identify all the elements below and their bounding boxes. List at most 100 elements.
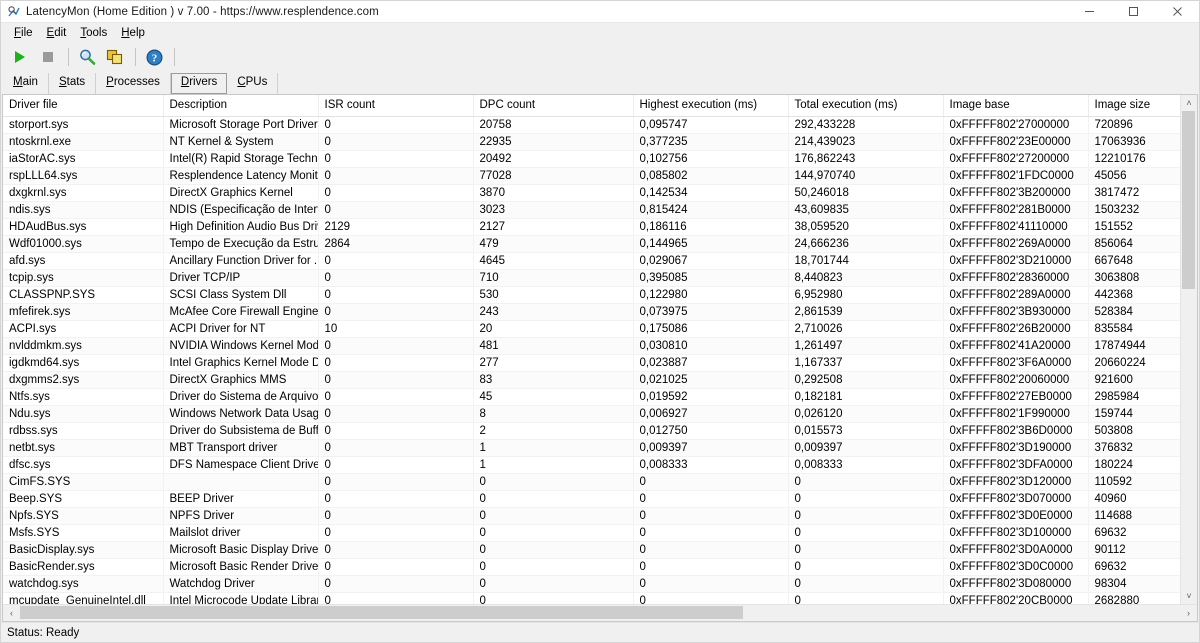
menu-tools[interactable]: Tools [73, 24, 114, 43]
windows-overlap-icon [106, 49, 122, 64]
analyze-button[interactable] [74, 45, 100, 69]
cell-driver-file: dfsc.sys [3, 456, 164, 474]
table-row[interactable]: Ntfs.sys Driver do Sistema de Arquivos...… [3, 388, 1180, 406]
tab-drivers-label: rivers [189, 76, 218, 88]
cell-image-base: 0xFFFFF802'1FDC0000 [943, 167, 1089, 185]
cell-description: MBT Transport driver [163, 439, 319, 457]
table-row[interactable]: dxgmms2.sys DirectX Graphics MMS 0 83 0,0210… [3, 371, 1180, 389]
cell-image-base: 0xFFFFF802'20CB0000 [943, 592, 1089, 604]
table-row[interactable]: iaStorAC.sys Intel(R) Rapid Storage Techn… [3, 150, 1180, 168]
cell-total-execution: 144,970740 [788, 167, 944, 185]
cell-image-base: 0xFFFFF802'3B200000 [943, 184, 1089, 202]
column-header-driver-file[interactable]: Driver file [3, 95, 164, 117]
column-header-image-base[interactable]: Image base [943, 95, 1089, 117]
table-row[interactable]: Beep.SYS BEEP Driver 0 0 0 0 0xFFFFF802'3D0700… [3, 490, 1180, 508]
table-row[interactable]: Msfs.SYS Mailslot driver 0 0 0 0 0xFFFFF802'3D… [3, 524, 1180, 542]
table-row[interactable]: tcpip.sys Driver TCP/IP 0 710 0,395085 8,4408… [3, 269, 1180, 287]
tab-processes[interactable]: Processes [96, 73, 171, 94]
vertical-scrollbar[interactable]: ˄ ˅ [1180, 95, 1197, 604]
table-row[interactable]: BasicRender.sys Microsoft Basic Render Dr… [3, 558, 1180, 576]
cell-driver-file: CimFS.SYS [3, 473, 164, 491]
scroll-right-arrow[interactable]: › [1180, 605, 1197, 621]
cell-dpc-count: 0 [473, 592, 634, 604]
tab-main-label: ain [22, 76, 38, 88]
cell-image-size: 20660224 [1088, 354, 1180, 372]
cell-dpc-count: 2127 [473, 218, 634, 236]
scroll-left-arrow[interactable]: ‹ [3, 605, 20, 621]
column-header-total-execution[interactable]: Total execution (ms) [788, 95, 944, 117]
cell-image-size: 376832 [1088, 439, 1180, 457]
cell-driver-file: Ndu.sys [3, 405, 164, 423]
maximize-button[interactable] [1111, 1, 1155, 23]
cell-description: Driver do Subsistema de Buffe... [163, 422, 319, 440]
table-row[interactable]: igdkmd64.sys Intel Graphics Kernel Mode D… [3, 354, 1180, 372]
cell-total-execution: 0 [788, 490, 944, 508]
menu-help[interactable]: Help [114, 24, 152, 43]
table-row[interactable]: Ndu.sys Windows Network Data Usag... 0 8 0,0… [3, 405, 1180, 423]
cell-image-size: 40960 [1088, 490, 1180, 508]
title-bar: LatencyMon (Home Edition ) v 7.00 - http… [1, 1, 1199, 23]
table-row[interactable]: watchdog.sys Watchdog Driver 0 0 0 0 0xFFFFF80… [3, 575, 1180, 593]
tab-drivers[interactable]: Drivers [170, 73, 228, 94]
column-header-image-size[interactable]: Image size [1088, 95, 1180, 117]
column-header-description[interactable]: Description [163, 95, 319, 117]
cell-highest-execution: 0,008333 [633, 456, 789, 474]
cell-image-size: 1503232 [1088, 201, 1180, 219]
menu-help-accel: H [121, 26, 130, 39]
table-row[interactable]: netbt.sys MBT Transport driver 0 1 0,009397 0… [3, 439, 1180, 457]
help-button[interactable]: ? [141, 45, 167, 69]
tab-cpus[interactable]: CPUs [227, 73, 279, 94]
table-row[interactable]: BasicDisplay.sys Microsoft Basic Display … [3, 541, 1180, 559]
start-button[interactable] [7, 45, 33, 69]
table-row[interactable]: ntoskrnl.exe NT Kernel & System 0 22935 0,37… [3, 133, 1180, 151]
menu-file[interactable]: File [7, 24, 40, 43]
cell-description: Resplendence Latency Monit... [163, 167, 319, 185]
table-row[interactable]: dfsc.sys DFS Namespace Client Driver 0 1 0,0… [3, 456, 1180, 474]
cell-isr-count: 0 [318, 541, 474, 559]
minimize-button[interactable] [1067, 1, 1111, 23]
stop-button[interactable] [35, 45, 61, 69]
drivers-table: Driver file Description ISR count DPC co… [3, 95, 1180, 604]
table-row[interactable]: storport.sys Microsoft Storage Port Drive… [3, 116, 1180, 134]
tab-stats[interactable]: Stats [49, 73, 97, 94]
menu-edit[interactable]: Edit [40, 24, 74, 43]
drivers-grid[interactable]: Driver file Description ISR count DPC co… [3, 95, 1180, 604]
cell-image-base: 0xFFFFF802'3D120000 [943, 473, 1089, 491]
table-row[interactable]: CLASSPNP.SYS SCSI Class System Dll 0 530 0,1… [3, 286, 1180, 304]
cell-isr-count: 0 [318, 116, 474, 134]
table-row[interactable]: HDAudBus.sys High Definition Audio Bus Dr… [3, 218, 1180, 236]
column-header-highest-execution[interactable]: Highest execution (ms) [633, 95, 789, 117]
horizontal-scroll-track[interactable] [20, 605, 1180, 621]
table-row[interactable]: rspLLL64.sys Resplendence Latency Monit..… [3, 167, 1180, 185]
column-header-isr-count[interactable]: ISR count [318, 95, 474, 117]
scroll-down-arrow[interactable]: ˅ [1181, 588, 1197, 604]
table-row[interactable]: CimFS.SYS 0 0 0 0 0xFFFFF802'3D120000 110592 [3, 473, 1180, 491]
column-header-dpc-count[interactable]: DPC count [473, 95, 634, 117]
tab-main[interactable]: Main [3, 73, 49, 94]
vertical-scroll-track[interactable] [1181, 111, 1197, 588]
tab-main-accel: M [13, 76, 23, 88]
scroll-up-arrow[interactable]: ˄ [1181, 95, 1197, 111]
horizontal-scrollbar[interactable]: ‹ › [3, 604, 1197, 621]
toolbar-separator-2 [135, 48, 136, 66]
table-row[interactable]: dxgkrnl.sys DirectX Graphics Kernel 0 3870 0… [3, 184, 1180, 202]
table-row[interactable]: nvlddmkm.sys NVIDIA Windows Kernel Mod...… [3, 337, 1180, 355]
cell-description: Intel Microcode Update Library [163, 592, 319, 604]
cell-description: Ancillary Function Driver for ... [163, 252, 319, 270]
table-row[interactable]: Npfs.SYS NPFS Driver 0 0 0 0 0xFFFFF802'3D0E00… [3, 507, 1180, 525]
table-row[interactable]: mcupdate_GenuineIntel.dll Intel Microcode… [3, 592, 1180, 604]
cell-description: Intel Graphics Kernel Mode Dr... [163, 354, 319, 372]
close-button[interactable] [1155, 1, 1199, 23]
table-row[interactable]: Wdf01000.sys Tempo de Execução da Estru..… [3, 235, 1180, 253]
cell-image-base: 0xFFFFF802'3D0C0000 [943, 558, 1089, 576]
table-row[interactable]: ndis.sys NDIS (Especificação de Interf...… [3, 201, 1180, 219]
horizontal-scroll-thumb[interactable] [20, 606, 743, 619]
table-row[interactable]: afd.sys Ancillary Function Driver for ...… [3, 252, 1180, 270]
table-row[interactable]: ACPI.sys ACPI Driver for NT 10 20 0,175086 2,… [3, 320, 1180, 338]
table-row[interactable]: rdbss.sysDriver do Subsistema de Buffe..… [3, 422, 1180, 440]
cell-highest-execution: 0,085802 [633, 167, 789, 185]
cell-total-execution: 292,433228 [788, 116, 944, 134]
table-row[interactable]: mfefirek.sys McAfee Core Firewall Engine … [3, 303, 1180, 321]
vertical-scroll-thumb[interactable] [1182, 111, 1195, 289]
compare-button[interactable] [102, 45, 128, 69]
